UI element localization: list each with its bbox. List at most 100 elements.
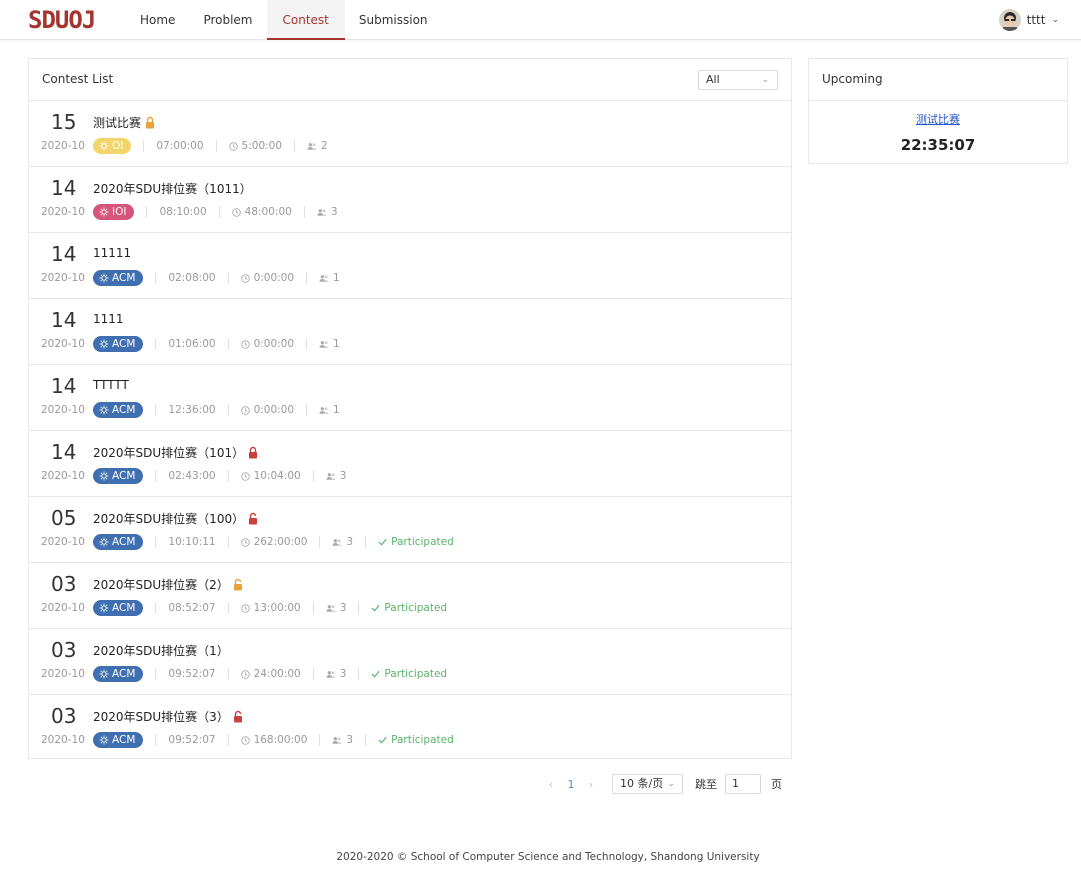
clock-icon (240, 735, 254, 745)
clock-icon (228, 141, 242, 151)
contest-duration: 0:00:00 (253, 272, 295, 284)
contest-mode: ACM (112, 404, 136, 416)
contest-duration: 168:00:00 (253, 734, 308, 746)
divider (155, 602, 157, 614)
contest-participants: 3 (346, 734, 354, 746)
contest-year-month: 2020-10 (41, 338, 85, 350)
nav-contest[interactable]: Contest (266, 0, 345, 40)
clock-icon (240, 273, 254, 283)
upcoming-header: Upcoming (809, 59, 1067, 101)
pagination: ‹ 1 › 10 条/页 ⌄ 跳至 1 页 (540, 774, 782, 794)
participants-icon (307, 142, 321, 150)
contest-row[interactable]: 14 2020-10 2020年SDU排位赛（101） ACM 02:43:00 10:0… (29, 431, 791, 497)
divider (319, 734, 321, 746)
contest-name[interactable]: 2020年SDU排位赛（3） (93, 708, 244, 725)
check-icon (371, 670, 384, 678)
contest-name-text: 2020年SDU排位赛（3） (93, 710, 229, 724)
contest-row[interactable]: 14 2020-10 2020年SDU排位赛（1011） IOI 08:10:00 48:… (29, 167, 791, 233)
nav-problem[interactable]: Problem (189, 0, 266, 40)
check-icon (371, 604, 384, 612)
divider (215, 140, 217, 152)
contest-year-month: 2020-10 (41, 140, 85, 152)
divider (143, 140, 145, 152)
contest-duration: 13:00:00 (253, 602, 301, 614)
contest-participants: 1 (333, 338, 340, 350)
contest-duration: 24:00:00 (253, 668, 301, 680)
contest-row[interactable]: 05 2020-10 2020年SDU排位赛（100） ACM 10:10:11 262:… (29, 497, 791, 563)
contest-list-header: Contest List All ⌄ (29, 59, 791, 101)
contest-name[interactable]: 2020年SDU排位赛（1011） (93, 180, 252, 197)
divider (312, 668, 314, 680)
jump-label: 跳至 (695, 778, 717, 791)
svg-text:SDUOJ: SDUOJ (28, 7, 95, 31)
participants-icon (319, 274, 333, 282)
contest-filter-value: All (706, 73, 720, 86)
contest-row[interactable]: 14 2020-10 1111 ACM 01:06:00 0:00:00 1 (29, 299, 791, 365)
jump-page-input[interactable]: 1 (725, 774, 761, 794)
upcoming-contest-link[interactable]: 测试比赛 (809, 111, 1067, 127)
nav-submission[interactable]: Submission (345, 0, 442, 40)
contest-start-time: 12:36:00 (168, 404, 216, 416)
contest-name[interactable]: 11111 (93, 246, 131, 260)
contest-participants: 3 (339, 602, 347, 614)
contest-row[interactable]: 15 2020-10 测试比赛 OI 07:00:00 5:00:00 2 (29, 101, 791, 167)
contest-mode: ACM (112, 602, 136, 614)
contest-filter-select[interactable]: All ⌄ (698, 70, 778, 90)
page-size-select[interactable]: 10 条/页 ⌄ (612, 774, 683, 794)
page-number[interactable]: 1 (562, 778, 580, 791)
divider (227, 470, 229, 482)
bulb-icon (99, 207, 109, 217)
divider (312, 602, 314, 614)
contest-name-text: 测试比赛 (93, 116, 142, 130)
clock-icon (240, 537, 254, 547)
contest-duration: 5:00:00 (241, 140, 283, 152)
upcoming-title: Upcoming (822, 72, 883, 86)
contest-participants: 3 (346, 536, 354, 548)
nav-home[interactable]: Home (126, 0, 189, 40)
contest-row[interactable]: 14 2020-10 TTTTT ACM 12:36:00 0:00:00 1 (29, 365, 791, 431)
participated-status: Participated (384, 602, 448, 614)
contest-name-text: 1111 (93, 312, 124, 326)
divider (155, 272, 157, 284)
contest-meta: ACM 01:06:00 0:00:00 1 (93, 336, 340, 352)
contest-mode-tag: ACM (93, 666, 144, 682)
contest-year-month: 2020-10 (41, 272, 85, 284)
contest-start-time: 02:08:00 (168, 272, 216, 284)
contest-name[interactable]: 2020年SDU排位赛（1） (93, 642, 229, 659)
username: tttt (1026, 13, 1046, 27)
contest-name[interactable]: TTTTT (93, 378, 129, 392)
contest-row[interactable]: 14 2020-10 11111 ACM 02:08:00 0:00:00 1 (29, 233, 791, 299)
contest-name[interactable]: 2020年SDU排位赛（101） (93, 444, 259, 461)
chevron-down-icon: ⌄ (667, 779, 675, 789)
divider (155, 470, 157, 482)
next-page-button[interactable]: › (580, 778, 602, 791)
contest-year-month: 2020-10 (41, 602, 85, 614)
prev-page-button[interactable]: ‹ (540, 778, 562, 791)
contest-meta: ACM 09:52:07 24:00:00 3 Participated (93, 666, 447, 682)
contest-name[interactable]: 1111 (93, 312, 124, 326)
divider (227, 272, 229, 284)
chevron-down-icon: ⌄ (761, 75, 769, 85)
contest-row[interactable]: 03 2020-10 2020年SDU排位赛（1） ACM 09:52:07 24:00:… (29, 629, 791, 695)
contest-mode: ACM (112, 272, 136, 284)
contest-name[interactable]: 测试比赛 (93, 114, 156, 131)
user-menu[interactable]: tttt ⌄ (998, 9, 1059, 31)
contest-name[interactable]: 2020年SDU排位赛（100） (93, 510, 259, 527)
clock-icon (240, 405, 254, 415)
contest-start-time: 09:52:07 (168, 668, 216, 680)
contest-name[interactable]: 2020年SDU排位赛（2） (93, 576, 244, 593)
contest-name-text: 2020年SDU排位赛（2） (93, 578, 229, 592)
sduoj-logo[interactable]: SDUOJ (28, 7, 108, 31)
contest-year-month: 2020-10 (41, 536, 85, 548)
contest-meta: ACM 02:08:00 0:00:00 1 (93, 270, 340, 286)
contest-mode: OI (112, 140, 124, 152)
bulb-icon (99, 339, 109, 349)
lock-icon (146, 116, 155, 129)
contest-mode: ACM (112, 734, 136, 746)
contest-row[interactable]: 03 2020-10 2020年SDU排位赛（2） ACM 08:52:07 13:00:… (29, 563, 791, 629)
contest-row[interactable]: 03 2020-10 2020年SDU排位赛（3） ACM 09:52:07 168:00… (29, 695, 791, 761)
participants-icon (326, 472, 340, 480)
chevron-down-icon: ⌄ (1051, 15, 1059, 25)
contest-meta: OI 07:00:00 5:00:00 2 (93, 138, 328, 154)
divider (155, 734, 157, 746)
